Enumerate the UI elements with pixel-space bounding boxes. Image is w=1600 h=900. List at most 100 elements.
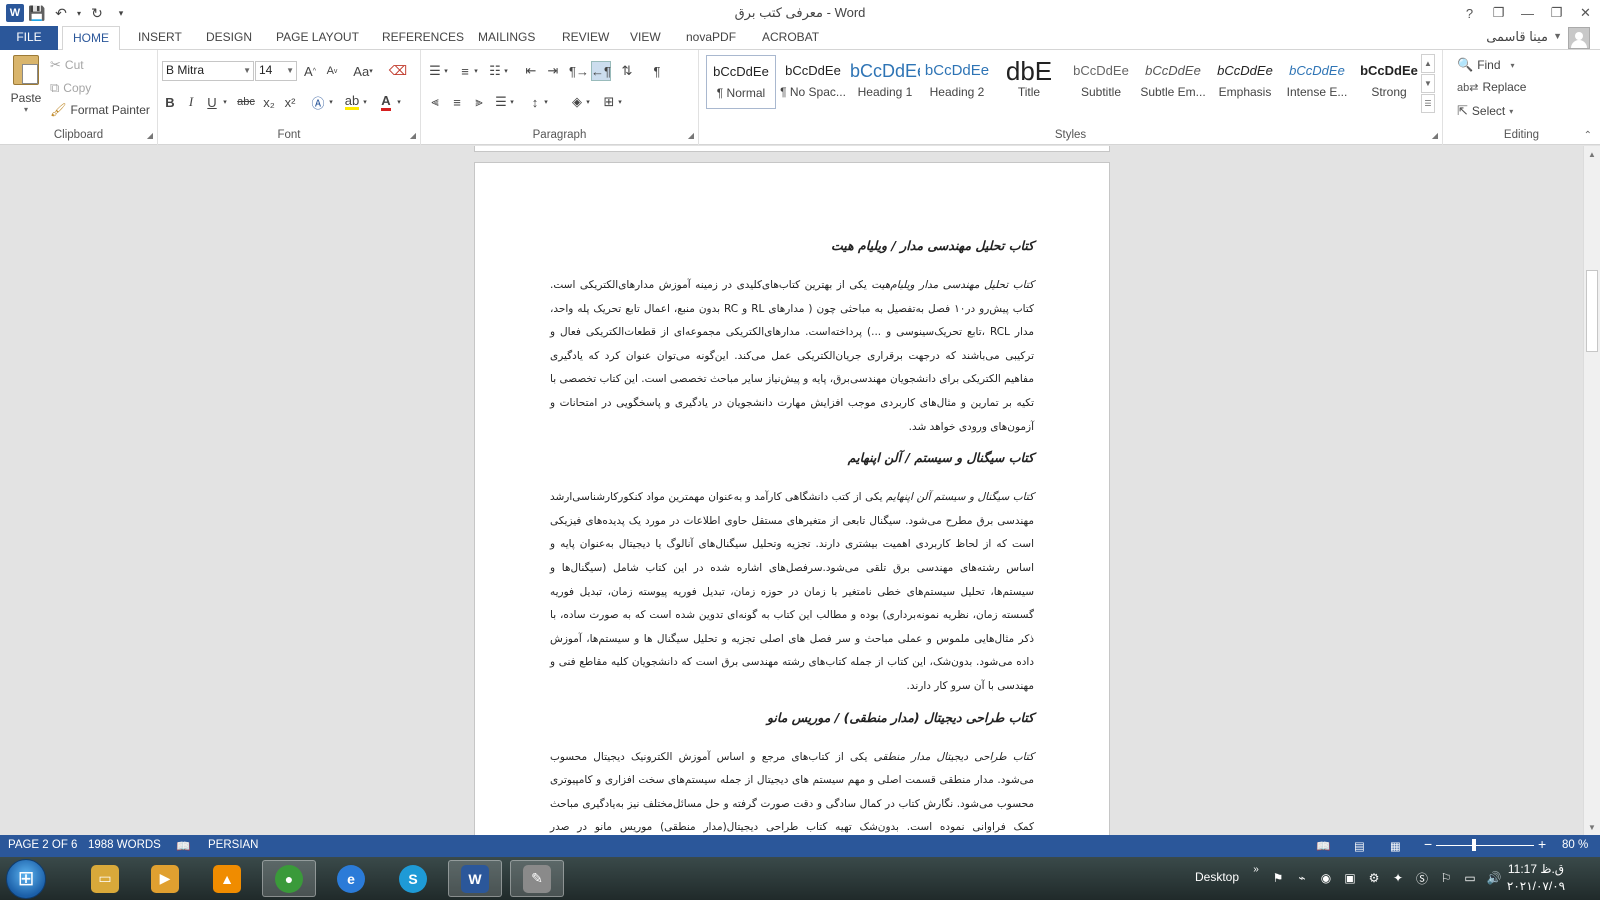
taskbar-ie[interactable]: e	[324, 860, 378, 897]
usb-tray-icon[interactable]: ⌁	[1294, 870, 1310, 886]
ltr-direction-icon[interactable]: ¶→	[569, 61, 589, 81]
bullets-dropdown-icon[interactable]: ▾	[441, 61, 451, 81]
decrease-indent-icon[interactable]: ⇤	[521, 61, 541, 81]
tab-references[interactable]: REFERENCES	[372, 26, 474, 50]
vertical-scrollbar[interactable]: ▲ ▼	[1583, 146, 1600, 835]
font-color-dropdown-icon[interactable]: ▾	[394, 92, 404, 112]
style-intense-emphasis[interactable]: bCcDdEe Intense E...	[1282, 55, 1352, 109]
read-mode-icon[interactable]: 📖	[1316, 839, 1330, 853]
taskbar-word[interactable]: W	[448, 860, 502, 897]
taskbar-media-player[interactable]: ▶	[138, 860, 192, 897]
bold-button[interactable]: B	[160, 92, 180, 112]
web-layout-icon[interactable]: ▦	[1390, 839, 1401, 853]
strikethrough-button[interactable]: abc	[234, 92, 258, 112]
taskbar-chrome[interactable]: ●	[262, 860, 316, 897]
display-tray-icon[interactable]: ▭	[1462, 870, 1478, 886]
minimize-button[interactable]: —	[1513, 0, 1542, 26]
close-button[interactable]: ✕	[1571, 0, 1600, 26]
zoom-level[interactable]: 80 %	[1562, 839, 1588, 851]
tab-acrobat[interactable]: ACROBAT	[752, 26, 829, 50]
flag-tray-icon[interactable]: ⚐	[1438, 870, 1454, 886]
style-title[interactable]: dbE Title	[994, 55, 1064, 109]
style-normal[interactable]: bCcDdEe ¶ Normal	[706, 55, 776, 109]
shrink-font-button[interactable]: Av	[322, 61, 342, 81]
underline-button[interactable]: U	[202, 92, 222, 112]
align-right-icon[interactable]: ⫸	[469, 92, 489, 112]
tab-view[interactable]: VIEW	[620, 26, 671, 50]
shading-dropdown-icon[interactable]: ▾	[583, 92, 593, 112]
tab-insert[interactable]: INSERT	[128, 26, 192, 50]
style-heading-2[interactable]: bCcDdEe Heading 2	[922, 55, 992, 109]
desktop-toolbar-label[interactable]: Desktop	[1195, 870, 1239, 884]
start-button[interactable]	[6, 859, 46, 899]
volume-tray-icon[interactable]: 🔊	[1486, 870, 1502, 886]
antivirus-tray-icon[interactable]: ✦	[1390, 870, 1406, 886]
increase-indent-icon[interactable]: ⇥	[543, 61, 563, 81]
document-page[interactable]: کتاب تحلیل مهندسی مدار / ویلیام هیت کتاب…	[474, 162, 1110, 835]
word-count[interactable]: 1988 WORDS	[88, 839, 161, 851]
document-area[interactable]: کتاب تحلیل مهندسی مدار / ویلیام هیت کتاب…	[0, 146, 1600, 835]
underline-dropdown-icon[interactable]: ▾	[220, 92, 230, 112]
highlight-dropdown-icon[interactable]: ▾	[360, 92, 370, 112]
scroll-up-icon[interactable]: ▲	[1584, 146, 1600, 162]
multilevel-dropdown-icon[interactable]: ▾	[501, 61, 511, 81]
zoom-in-icon[interactable]: +	[1538, 836, 1546, 852]
paste-button[interactable]: Paste ▾	[8, 55, 44, 125]
find-button[interactable]: 🔍 Find ▾	[1457, 57, 1515, 73]
browser-tray-icon[interactable]: ◉	[1318, 870, 1334, 886]
text-effects-dropdown-icon[interactable]: ▾	[326, 92, 336, 112]
zoom-slider[interactable]	[1436, 845, 1534, 846]
style-subtitle[interactable]: bCcDdEe Subtitle	[1066, 55, 1136, 109]
scroll-thumb[interactable]	[1586, 270, 1598, 352]
tab-file[interactable]: FILE	[0, 26, 58, 50]
network-tray-icon[interactable]: ⚑	[1270, 870, 1286, 886]
dialog-launcher-icon[interactable]: ◢	[410, 131, 416, 140]
style-subtle-emphasis[interactable]: bCcDdEe Subtle Em...	[1138, 55, 1208, 109]
style-strong[interactable]: bCcDdEe Strong	[1354, 55, 1424, 109]
style-emphasis[interactable]: bCcDdEe Emphasis	[1210, 55, 1280, 109]
zoom-out-icon[interactable]: −	[1424, 836, 1432, 852]
taskbar-paint[interactable]: ✎	[510, 860, 564, 897]
font-size-select[interactable]: 14 ▼	[255, 61, 297, 81]
ribbon-display-icon[interactable]: ❐	[1484, 0, 1513, 26]
dialog-launcher-icon[interactable]: ◢	[688, 131, 694, 140]
taskbar-vlc[interactable]: ▲	[200, 860, 254, 897]
align-center-icon[interactable]: ≡	[447, 92, 467, 112]
dialog-launcher-icon[interactable]: ◢	[147, 131, 153, 140]
language-indicator[interactable]: PERSIAN	[208, 839, 259, 851]
monitor-tray-icon[interactable]: ▣	[1342, 870, 1358, 886]
font-family-select[interactable]: B Mitra ▼	[162, 61, 254, 81]
pilcrow-icon[interactable]: ¶	[647, 61, 667, 81]
taskbar-skype[interactable]: S	[386, 860, 440, 897]
subscript-button[interactable]: x₂	[259, 92, 279, 112]
tab-design[interactable]: DESIGN	[196, 26, 262, 50]
tab-mailings[interactable]: MAILINGS	[468, 26, 545, 50]
style-heading-1[interactable]: bCcDdEe Heading 1	[850, 55, 920, 109]
gallery-more-icon[interactable]: ☰	[1421, 94, 1435, 113]
dialog-launcher-icon[interactable]: ◢	[1432, 131, 1438, 140]
avatar[interactable]	[1568, 27, 1590, 49]
text-effects-icon[interactable]: Ⓐ	[308, 92, 328, 112]
borders-dropdown-icon[interactable]: ▾	[615, 92, 625, 112]
justify-dropdown-icon[interactable]: ▾	[507, 92, 517, 112]
page-count[interactable]: PAGE 2 OF 6	[8, 839, 77, 851]
collapse-ribbon-icon[interactable]: ⌃	[1584, 130, 1592, 141]
replace-button[interactable]: ab⇄ Replace	[1457, 80, 1526, 94]
clock-date[interactable]: ۲۰۲۱/۰۷/۰۹	[1506, 879, 1566, 893]
tab-page-layout[interactable]: PAGE LAYOUT	[266, 26, 369, 50]
clear-formatting-icon[interactable]: ⌫	[388, 61, 408, 81]
style-no-spacing[interactable]: bCcDdEe ¶ No Spac...	[778, 55, 848, 109]
proofing-icon[interactable]: 📖	[176, 839, 190, 853]
grow-font-button[interactable]: A ^	[300, 61, 320, 81]
highlight-icon[interactable]: ab	[342, 92, 362, 112]
change-case-button[interactable]: Aa ▾	[348, 61, 378, 81]
gallery-down-icon[interactable]: ▼	[1421, 74, 1435, 93]
user-name[interactable]: مینا قاسمی	[1486, 29, 1548, 45]
gallery-up-icon[interactable]: ▲	[1421, 54, 1435, 73]
cut-button[interactable]: ✂ Cut	[50, 57, 84, 73]
tab-home[interactable]: HOME	[62, 26, 120, 51]
line-spacing-dropdown-icon[interactable]: ▾	[541, 92, 551, 112]
page-content[interactable]: کتاب تحلیل مهندسی مدار / ویلیام هیت کتاب…	[550, 235, 1034, 835]
taskbar-explorer[interactable]: ▭	[78, 860, 132, 897]
numbering-dropdown-icon[interactable]: ▾	[471, 61, 481, 81]
